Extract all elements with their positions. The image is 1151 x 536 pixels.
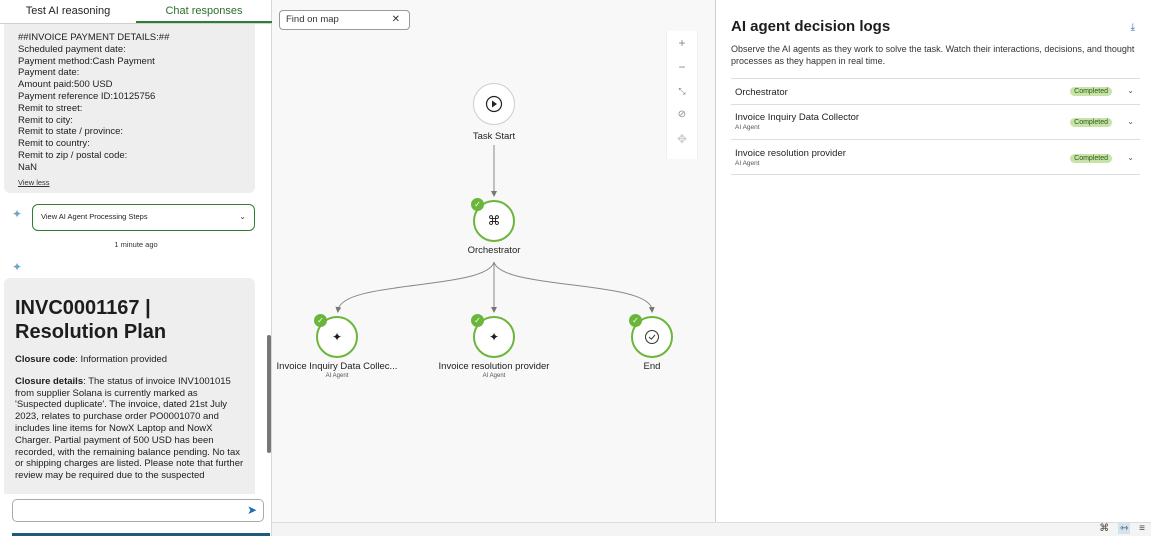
- status-badge: Completed: [1070, 87, 1112, 96]
- list-view-icon[interactable]: ≡: [1139, 523, 1145, 534]
- orchestrator-label: Orchestrator: [467, 245, 521, 256]
- message-line: Remit to country:: [18, 138, 90, 150]
- payment-details-message: ##INVOICE PAYMENT DETAILS:## Scheduled p…: [4, 24, 255, 193]
- check-icon: ✓: [471, 314, 484, 327]
- provider-label: Invoice resolution provider: [438, 361, 550, 372]
- chevron-down-icon: ⌄: [239, 212, 246, 221]
- ai-sparkle-icon: ✦: [12, 207, 23, 221]
- agent-row-collector[interactable]: Invoice Inquiry Data Collector AI Agent …: [731, 104, 1140, 139]
- orchestrator-node[interactable]: ✓ ⌘: [471, 198, 515, 242]
- message-line: NaN: [18, 161, 38, 173]
- message-line: Remit to state / province:: [18, 126, 124, 138]
- agent-type: AI Agent: [735, 160, 760, 167]
- network-icon: ⌘: [487, 213, 501, 228]
- play-icon: [485, 95, 503, 113]
- status-badge: Completed: [1070, 154, 1112, 163]
- map-connectors: [335, 145, 655, 313]
- check-icon: ✓: [629, 314, 642, 327]
- closure-details: Closure details: The status of invoice I…: [15, 375, 244, 482]
- chat-tabs: Test AI reasoning Chat responses: [0, 0, 272, 24]
- collector-node[interactable]: ✓ ✦: [314, 314, 358, 358]
- closure-code: Closure code: Information provided: [15, 354, 168, 365]
- agent-row-orchestrator[interactable]: Orchestrator Completed ⌄: [731, 78, 1140, 104]
- tab-test-ai-reasoning[interactable]: Test AI reasoning: [0, 0, 136, 23]
- message-line: Remit to zip / postal code:: [18, 149, 128, 161]
- message-timestamp: 1 minute ago: [114, 240, 158, 249]
- ai-sparkle-icon: ✦: [488, 330, 500, 344]
- agent-type: AI Agent: [735, 124, 760, 131]
- message-line: Remit to city:: [18, 114, 73, 126]
- message-line: Amount paid:500 USD: [18, 79, 113, 91]
- network-view-icon[interactable]: ⌘: [1099, 523, 1109, 534]
- check-icon: ✓: [314, 314, 327, 327]
- chevron-down-icon[interactable]: ⌄: [1127, 117, 1134, 126]
- agent-row-provider[interactable]: Invoice resolution provider AI Agent Com…: [731, 139, 1140, 174]
- bottom-toolbar: ⌘ ⇿ ≡: [272, 522, 1151, 536]
- connector-line: [493, 261, 655, 313]
- view-toggle-group: ⌘ ⇿ ≡: [1093, 523, 1145, 534]
- send-icon[interactable]: ➤: [247, 503, 257, 517]
- message-line: Scheduled payment date:: [18, 43, 126, 55]
- collector-label: Invoice Inquiry Data Collec...: [276, 361, 398, 372]
- check-circle-icon: [645, 330, 659, 344]
- steps-button-label: View AI Agent Processing Steps: [41, 212, 148, 221]
- task-start-node[interactable]: [473, 83, 515, 125]
- connector-line: [335, 261, 495, 313]
- chevron-down-icon[interactable]: ⌄: [1127, 153, 1134, 162]
- agent-name: Invoice resolution provider: [735, 148, 846, 159]
- message-line: Payment method:Cash Payment: [18, 55, 155, 67]
- logs-description: Observe the AI agents as they work to so…: [731, 44, 1135, 66]
- chat-scroll-area[interactable]: ##INVOICE PAYMENT DETAILS:## Scheduled p…: [0, 24, 272, 494]
- end-label: End: [643, 361, 661, 372]
- tab-chat-responses[interactable]: Chat responses: [136, 0, 272, 23]
- status-badge: Completed: [1070, 118, 1112, 127]
- provider-node[interactable]: ✓ ✦: [471, 314, 515, 358]
- message-line: Payment date:: [18, 67, 80, 79]
- chevron-down-icon[interactable]: ⌄: [1127, 86, 1134, 95]
- view-processing-steps-button[interactable]: View AI Agent Processing Steps ⌄: [32, 204, 255, 231]
- ai-sparkle-icon: ✦: [12, 260, 23, 274]
- agent-name: Invoice Inquiry Data Collector: [735, 112, 860, 123]
- agent-name: Orchestrator: [735, 87, 788, 98]
- end-node[interactable]: ✓: [629, 314, 673, 358]
- task-start-label: Task Start: [472, 131, 516, 142]
- chat-input[interactable]: ➤: [12, 499, 264, 522]
- divider: [731, 174, 1140, 175]
- resolution-plan-message: INVC0001167 | Resolution Plan Closure co…: [4, 278, 255, 494]
- collector-sub: AI Agent: [325, 373, 349, 379]
- ai-sparkle-icon: ✦: [331, 330, 343, 344]
- message-line: ##INVOICE PAYMENT DETAILS:##: [18, 32, 170, 43]
- check-icon: ✓: [471, 198, 484, 211]
- download-icon[interactable]: ⤓: [1131, 22, 1135, 33]
- app-window: Test AI reasoning Chat responses ##INVOI…: [0, 0, 1151, 536]
- workflow-map[interactable]: Find on map ✕ + − ⤡ ⊘ ✥ Task Start ✓ ⌘ O…: [272, 0, 715, 522]
- logs-title: AI agent decision logs: [731, 18, 891, 35]
- message-line: Payment reference ID:10125756: [18, 90, 156, 102]
- plan-title: INVC0001167 | Resolution Plan: [15, 297, 167, 343]
- message-line: Remit to street:: [18, 102, 83, 114]
- chat-scrollbar[interactable]: [267, 335, 271, 453]
- split-view-icon[interactable]: ⇿: [1117, 523, 1131, 534]
- view-less-link[interactable]: View less: [18, 177, 245, 189]
- chat-panel: Test AI reasoning Chat responses ##INVOI…: [0, 0, 272, 536]
- decision-logs-panel: AI agent decision logs ⤓ Observe the AI …: [715, 0, 1151, 522]
- provider-sub: AI Agent: [482, 373, 506, 379]
